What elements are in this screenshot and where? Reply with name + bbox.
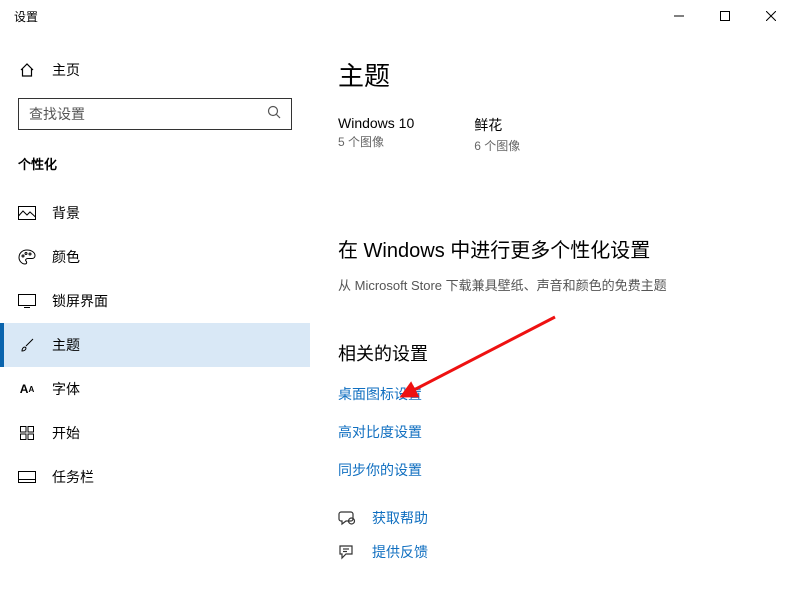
category-label: 个性化 xyxy=(0,148,310,191)
sidebar-item-taskbar[interactable]: 任务栏 xyxy=(0,455,310,499)
sidebar-item-label: 背景 xyxy=(52,203,80,223)
theme-item[interactable]: Windows 10 5 个图像 xyxy=(338,115,414,154)
sidebar: 主页 个性化 背景 颜色 xyxy=(0,32,310,600)
sidebar-item-label: 主题 xyxy=(52,335,80,355)
close-button[interactable] xyxy=(748,0,794,32)
get-help-label: 获取帮助 xyxy=(372,508,428,528)
sidebar-item-lockscreen[interactable]: 锁屏界面 xyxy=(0,279,310,323)
font-icon: AA xyxy=(18,380,36,398)
sidebar-item-label: 锁屏界面 xyxy=(52,291,108,311)
more-personalization-sub: 从 Microsoft Store 下载兼具壁纸、声音和颜色的免费主题 xyxy=(338,275,794,294)
sidebar-item-label: 任务栏 xyxy=(52,467,94,487)
start-icon xyxy=(18,424,36,442)
sidebar-item-background[interactable]: 背景 xyxy=(0,191,310,235)
window-controls xyxy=(656,0,794,32)
help-icon xyxy=(338,509,356,527)
link-sync-settings[interactable]: 同步你的设置 xyxy=(338,460,794,480)
page-title: 主题 xyxy=(338,56,794,93)
get-help-link[interactable]: 获取帮助 xyxy=(338,508,794,528)
theme-item[interactable]: 鲜花 6 个图像 xyxy=(474,115,520,154)
titlebar: 设置 xyxy=(0,0,794,32)
feedback-link[interactable]: 提供反馈 xyxy=(338,542,794,562)
lockscreen-icon xyxy=(18,292,36,310)
search-box[interactable] xyxy=(18,98,292,130)
maximize-button[interactable] xyxy=(702,0,748,32)
feedback-label: 提供反馈 xyxy=(372,542,428,562)
sidebar-item-label: 字体 xyxy=(52,379,80,399)
window-title: 设置 xyxy=(14,8,38,25)
main-content: 主题 Windows 10 5 个图像 鲜花 6 个图像 在 Windows 中… xyxy=(310,32,794,600)
related-settings-heading: 相关的设置 xyxy=(338,340,794,366)
home-button[interactable]: 主页 xyxy=(0,52,310,88)
theme-name: Windows 10 xyxy=(338,115,414,131)
link-desktop-icon-settings[interactable]: 桌面图标设置 xyxy=(338,384,794,404)
sidebar-item-label: 开始 xyxy=(52,423,80,443)
search-input[interactable] xyxy=(29,106,267,122)
feedback-icon xyxy=(338,543,356,561)
theme-count: 5 个图像 xyxy=(338,133,414,150)
brush-icon xyxy=(18,336,36,354)
theme-name: 鲜花 xyxy=(474,115,520,135)
sidebar-item-fonts[interactable]: AA 字体 xyxy=(0,367,310,411)
taskbar-icon xyxy=(18,468,36,486)
minimize-button[interactable] xyxy=(656,0,702,32)
sidebar-item-themes[interactable]: 主题 xyxy=(0,323,310,367)
search-icon xyxy=(267,105,281,124)
sidebar-item-label: 颜色 xyxy=(52,247,80,267)
theme-list: Windows 10 5 个图像 鲜花 6 个图像 xyxy=(338,115,794,154)
more-personalization-heading: 在 Windows 中进行更多个性化设置 xyxy=(338,234,794,263)
theme-count: 6 个图像 xyxy=(474,137,520,154)
home-label: 主页 xyxy=(52,60,80,80)
sidebar-item-colors[interactable]: 颜色 xyxy=(0,235,310,279)
palette-icon xyxy=(18,248,36,266)
link-high-contrast-settings[interactable]: 高对比度设置 xyxy=(338,422,794,442)
sidebar-item-start[interactable]: 开始 xyxy=(0,411,310,455)
home-icon xyxy=(18,61,36,79)
image-icon xyxy=(18,204,36,222)
